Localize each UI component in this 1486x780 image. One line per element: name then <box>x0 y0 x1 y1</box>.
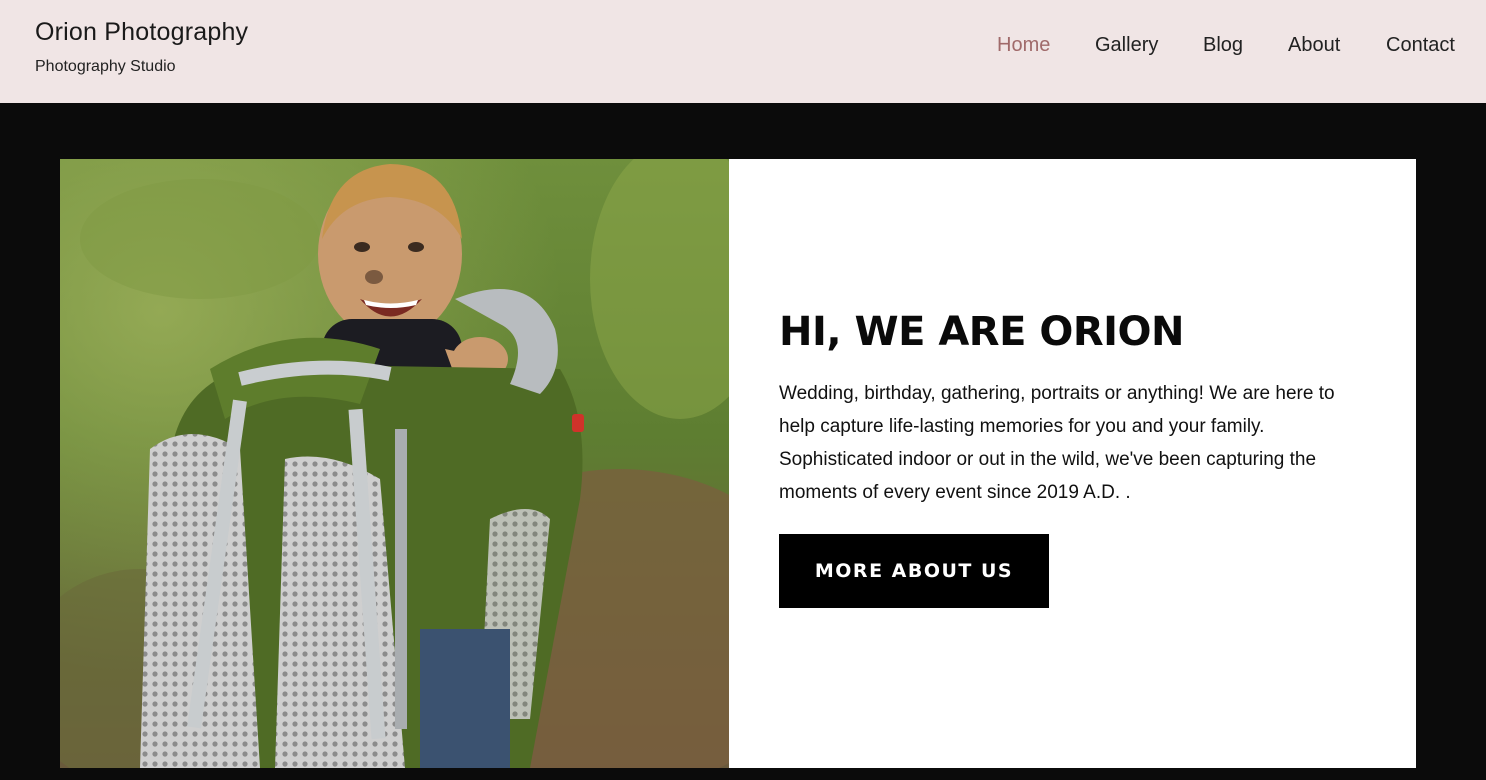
hero-heading: HI, WE ARE ORION <box>779 309 1185 355</box>
nav-item-contact[interactable]: Contact <box>1386 34 1455 57</box>
nav-item-gallery[interactable]: Gallery <box>1095 34 1158 57</box>
site-header: Orion Photography Photography Studio Hom… <box>0 0 1486 103</box>
site-tagline: Photography Studio <box>35 58 176 75</box>
hero-description: Wedding, birthday, gathering, portraits … <box>779 383 1335 503</box>
more-about-us-button[interactable]: MORE ABOUT US <box>779 534 1049 608</box>
nav-item-home[interactable]: Home <box>997 34 1050 57</box>
hero-photo <box>60 159 729 768</box>
hero-photo-illustration <box>60 159 729 768</box>
hero-card: HI, WE ARE ORION Wedding, birthday, gath… <box>729 159 1416 768</box>
nav-item-about[interactable]: About <box>1288 34 1340 57</box>
nav-item-blog[interactable]: Blog <box>1203 34 1243 57</box>
main-nav: Home Gallery Blog About Contact <box>0 34 1486 60</box>
